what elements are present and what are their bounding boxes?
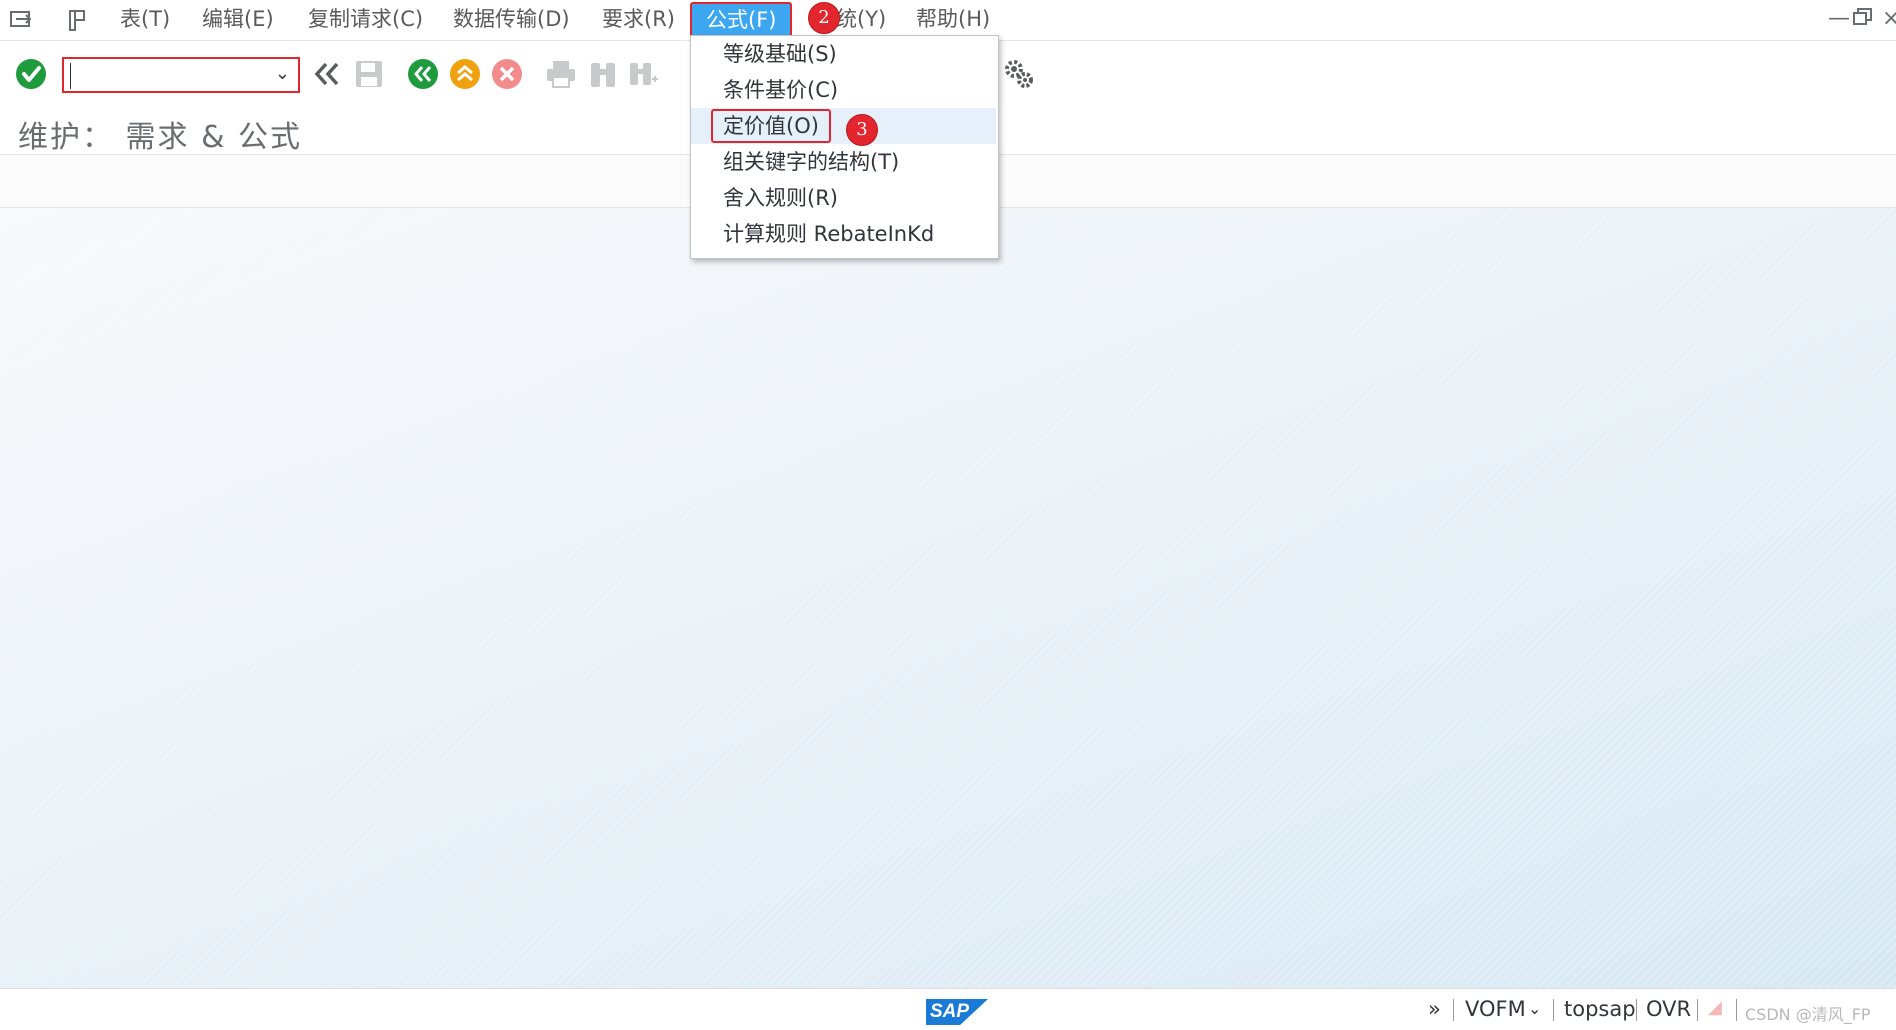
system-menu-icon[interactable] (8, 6, 36, 34)
settings-icon[interactable] (1002, 57, 1036, 91)
menu-item-pricing-value-label: 定价值(O) (711, 109, 831, 143)
status-system: topsap (1564, 997, 1636, 1021)
menu-help[interactable]: 帮助(H) (910, 4, 996, 34)
menu-edit[interactable]: 编辑(E) (196, 4, 280, 34)
menu-data-transfer[interactable]: 数据传输(D) (447, 4, 576, 34)
status-performance-icon: ◢ (1708, 997, 1722, 1018)
menu-item-pricing-value[interactable]: 定价值(O) (691, 108, 996, 144)
formulas-dropdown-menu: 等级基础(S) 条件基价(C) 定价值(O) 组关键字的结构(T) 舍入规则(R… (690, 35, 999, 259)
close-icon[interactable]: × (1882, 6, 1896, 31)
menu-item-group-key-structure[interactable]: 组关键字的结构(T) (691, 144, 996, 180)
menu-requirements[interactable]: 要求(R) (596, 4, 681, 34)
status-expand-icon[interactable]: » (1428, 997, 1441, 1021)
layout-menu-icon[interactable] (64, 6, 92, 34)
sap-logo: SAP (926, 999, 988, 1025)
status-divider (1697, 999, 1698, 1021)
step-badge-2: 2 (808, 2, 840, 34)
watermark: CSDN @清风_FP (1745, 1005, 1871, 1024)
status-transaction[interactable]: VOFM (1465, 997, 1526, 1021)
restore-icon[interactable] (1852, 6, 1874, 34)
minimize-icon[interactable]: — (1828, 6, 1850, 31)
status-divider (1453, 999, 1454, 1021)
status-divider (1736, 999, 1737, 1021)
menu-item-calc-rule-rebate[interactable]: 计算规则 RebateInKd (691, 216, 996, 252)
collapse-double-chevron-icon[interactable] (310, 57, 344, 91)
chevron-down-icon[interactable]: ⌄ (275, 63, 290, 84)
page-title: 维护： 需求 & 公式 (18, 120, 303, 155)
command-field[interactable]: ⌄ (62, 57, 300, 93)
status-divider (1553, 999, 1554, 1021)
menu-item-rounding-rules[interactable]: 舍入规则(R) (691, 180, 996, 216)
work-area (0, 208, 1896, 988)
find-next-icon[interactable] (626, 57, 660, 91)
menu-item-scale-base[interactable]: 等级基础(S) (691, 36, 996, 72)
transaction-chevron-down-icon[interactable]: ⌄ (1528, 999, 1541, 1018)
command-input[interactable] (70, 63, 275, 89)
enter-check-icon[interactable] (14, 57, 48, 91)
status-divider (1636, 999, 1637, 1021)
menu-item-condition-base-value[interactable]: 条件基价(C) (691, 72, 996, 108)
menu-formulas[interactable]: 公式(F) (690, 2, 793, 38)
step-badge-3: 3 (846, 114, 878, 146)
find-icon[interactable] (586, 57, 620, 91)
save-icon[interactable] (352, 57, 386, 91)
exit-icon[interactable] (448, 57, 482, 91)
cancel-icon[interactable] (490, 57, 524, 91)
print-icon[interactable] (544, 57, 578, 91)
menu-copy-request[interactable]: 复制请求(C) (302, 4, 429, 34)
status-insert-mode[interactable]: OVR (1646, 997, 1691, 1021)
back-icon[interactable] (406, 57, 440, 91)
status-bar: SAP » VOFM ⌄ topsap OVR ◢ CSDN @清风_FP (0, 988, 1896, 1030)
menu-table[interactable]: 表(T) (114, 4, 176, 34)
